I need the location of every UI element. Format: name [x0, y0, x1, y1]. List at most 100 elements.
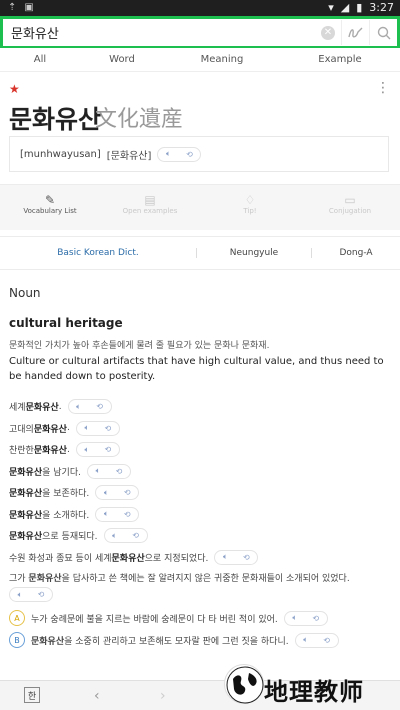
korean-keyboard-button[interactable]: 한 [24, 687, 40, 703]
examples-list: 세계 문화유산. 🔈︎ ⟲ 고대의 문화유산. 🔈︎ ⟲ 찬란한 문화유산. 🔈︎ ⟲… [9, 396, 394, 651]
list-item: 문화유산 을 소개하다. 🔈︎ ⟲ [9, 504, 394, 526]
vocabulary-icon: ✎ [44, 193, 56, 207]
open-examples-button[interactable]: ▤ Open examples [100, 185, 200, 230]
repeat-icon: ⟲ [243, 552, 250, 562]
watermark-text: 地理教师 [264, 678, 364, 706]
speaker-a-badge: A [9, 610, 25, 626]
more-options-icon[interactable]: ⋮ [376, 80, 390, 96]
repeat-icon: ⟲ [115, 466, 123, 476]
audio-play-button[interactable]: 🔈︎ ⟲ [157, 146, 202, 162]
tab-meaning[interactable]: Meaning [164, 48, 280, 71]
audio-play-button[interactable]: 🔈︎ ⟲ [294, 632, 339, 648]
source-dong-a[interactable]: Dong-A [312, 248, 400, 258]
tab-example[interactable]: Example [280, 48, 400, 71]
vocabulary-list-button[interactable]: ✎ Vocabulary List [0, 185, 100, 230]
repeat-icon: ⟲ [186, 149, 193, 159]
speaker-icon: 🔈︎ [292, 613, 298, 622]
audio-play-button[interactable]: 🔈︎ ⟲ [75, 442, 120, 458]
meaning-english: cultural heritage [9, 316, 123, 330]
globe-logo [224, 664, 264, 704]
star-icon[interactable]: ★ [9, 82, 20, 96]
meaning-korean: 문화적인 가치가 높아 후손들에게 물려 줄 필요가 있는 문화나 문화재. [9, 341, 270, 351]
search-box: ✕ [3, 19, 397, 46]
pronunciation-box: [munhwayusan] [문화유산] 🔈︎ ⟲ [9, 136, 389, 172]
battery-icon: ▮ [356, 1, 363, 14]
repeat-icon: ⟲ [123, 509, 131, 519]
lightbulb-icon: ♢ [244, 193, 256, 207]
tools-bar: ✎ Vocabulary List ▤ Open examples ♢ Tip! ▭ C… [0, 184, 400, 230]
hanja: 文化遺産 [95, 107, 184, 132]
repeat-icon: ⟲ [132, 531, 139, 541]
speaker-icon: 🔈︎ [166, 149, 171, 158]
signal-icon: ◢ [340, 1, 350, 14]
speaker-icon: 🔈︎ [84, 423, 90, 433]
forward-arrow-icon[interactable]: › [160, 688, 166, 704]
watermark: 地理教师 [224, 660, 400, 710]
clear-icon[interactable]: ✕ [321, 25, 335, 40]
dialogue-line-b: B 문화유산 을 소중히 관리하고 보존해도 모자랄 판에 그런 짓을 하다니. … [9, 629, 394, 651]
wifi-icon: ▾ [328, 1, 334, 14]
speaker-icon: 🔈︎ [95, 466, 101, 476]
list-item: 문화유산 을 남기다. 🔈︎ ⟲ [9, 461, 394, 483]
speaker-icon: 🔈︎ [222, 552, 228, 562]
part-of-speech: Noun [9, 286, 41, 300]
audio-play-button[interactable]: 🔈︎ ⟲ [283, 610, 328, 626]
list-item: 수원 화성과 종묘 등이 세계 문화유산 으로 지정되었다. 🔈︎ ⟲ [9, 547, 394, 569]
definition-section: Noun cultural heritage 문화적인 가치가 높아 후손들에게… [9, 286, 394, 384]
repeat-icon: ⟲ [96, 402, 103, 412]
list-item: 그가 문화유산을 답사하고 쓴 책에는 잘 알려지지 않은 귀중한 문화재들이 … [9, 568, 394, 603]
repeat-icon: ⟲ [104, 445, 112, 455]
dialogue-line-a: A 누가 숭례문에 불을 지르는 바람에 숭례문이 다 타 버린 적이 있어. … [9, 607, 394, 629]
pronunciation: [문화유산] [106, 150, 152, 162]
source-basic-korean[interactable]: Basic Korean Dict. [0, 248, 196, 258]
status-bar: ⇡ ▣ ▾ ◢ ▮ 3:27 [0, 0, 400, 16]
search-tabs: All Word Meaning Example [0, 48, 400, 72]
dictionary-source-tabs: Basic Korean Dict. Neungyule Dong-A [0, 236, 400, 270]
entry-header: ★ ⋮ 문화유산 文化遺産 [munhwayusan] [문화유산] 🔈︎ ⟲ [0, 72, 400, 184]
audio-play-button[interactable]: 🔈︎ ⟲ [75, 420, 120, 436]
audio-play-button[interactable]: 🔈︎ ⟲ [95, 506, 140, 522]
tip-button[interactable]: ♢ Tip! [200, 185, 300, 230]
list-item: 문화유산 으로 등재되다. 🔈︎ ⟲ [9, 525, 394, 547]
speaker-icon: 🔈︎ [303, 635, 309, 644]
notification-icon: ▣ [24, 2, 34, 13]
meaning-description: Culture or cultural artifacts that have … [9, 356, 384, 382]
upload-icon: ⇡ [8, 2, 17, 13]
repeat-icon: ⟲ [123, 488, 131, 498]
tab-all[interactable]: All [0, 48, 80, 71]
headword: 문화유산 [9, 105, 102, 134]
search-icon[interactable] [369, 20, 397, 45]
search-input[interactable] [3, 20, 321, 45]
speaker-icon: 🔈︎ [84, 444, 90, 454]
audio-play-button[interactable]: 🔈︎ ⟲ [95, 485, 140, 501]
repeat-icon: ⟲ [312, 613, 320, 623]
speaker-icon: 🔈︎ [17, 590, 23, 599]
romanization: [munhwayusan] [20, 148, 101, 160]
audio-play-button[interactable]: 🔈︎ ⟲ [214, 549, 259, 565]
repeat-icon: ⟲ [323, 635, 330, 645]
list-item: 고대의 문화유산. 🔈︎ ⟲ [9, 418, 394, 440]
source-neungyule[interactable]: Neungyule [196, 248, 312, 258]
conjugation-button[interactable]: ▭ Conjugation [300, 185, 400, 230]
repeat-icon: ⟲ [37, 590, 45, 599]
list-item: 문화유산 을 보존하다. 🔈︎ ⟲ [9, 482, 394, 504]
list-item: 세계 문화유산. 🔈︎ ⟲ [9, 396, 394, 418]
list-item: 찬란한 문화유산. 🔈︎ ⟲ [9, 439, 394, 461]
audio-play-button[interactable]: 🔈︎ ⟲ [9, 587, 53, 602]
audio-play-button[interactable]: 🔈︎ ⟲ [86, 463, 131, 479]
speaker-icon: 🔈︎ [76, 401, 81, 411]
handwriting-icon[interactable] [341, 20, 369, 45]
conjugation-icon: ▭ [344, 193, 356, 207]
audio-play-button[interactable]: 🔈︎ ⟲ [103, 528, 148, 544]
examples-icon: ▤ [144, 193, 156, 207]
audio-play-button[interactable]: 🔈︎ ⟲ [67, 399, 112, 415]
speaker-icon: 🔈︎ [103, 509, 109, 519]
repeat-icon: ⟲ [104, 423, 112, 433]
speaker-icon: 🔈︎ [112, 530, 117, 540]
speaker-b-badge: B [9, 632, 25, 648]
status-time: 3:27 [369, 1, 394, 14]
speaker-icon: 🔈︎ [103, 487, 109, 497]
tab-word[interactable]: Word [80, 48, 164, 71]
search-bar: ✕ [0, 16, 400, 48]
back-arrow-icon[interactable]: ‹ [94, 688, 100, 704]
